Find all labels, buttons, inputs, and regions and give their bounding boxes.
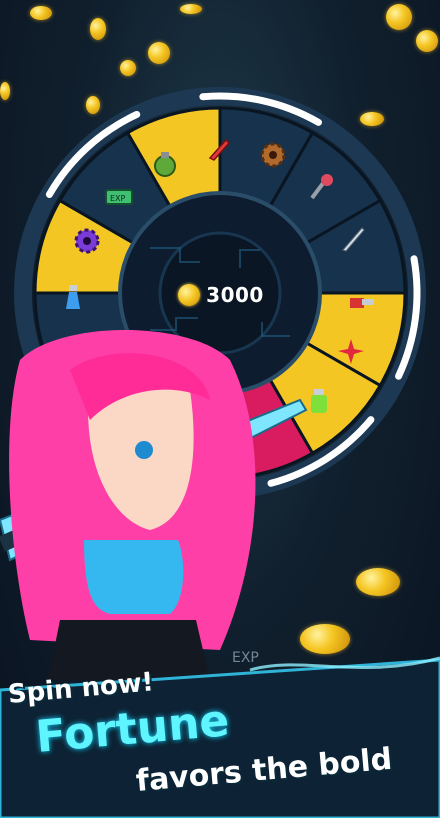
eye — [135, 441, 153, 459]
top — [84, 540, 184, 614]
game-screen: 3000 EXP EXP Spin now! Fortune favors th… — [0, 0, 440, 818]
